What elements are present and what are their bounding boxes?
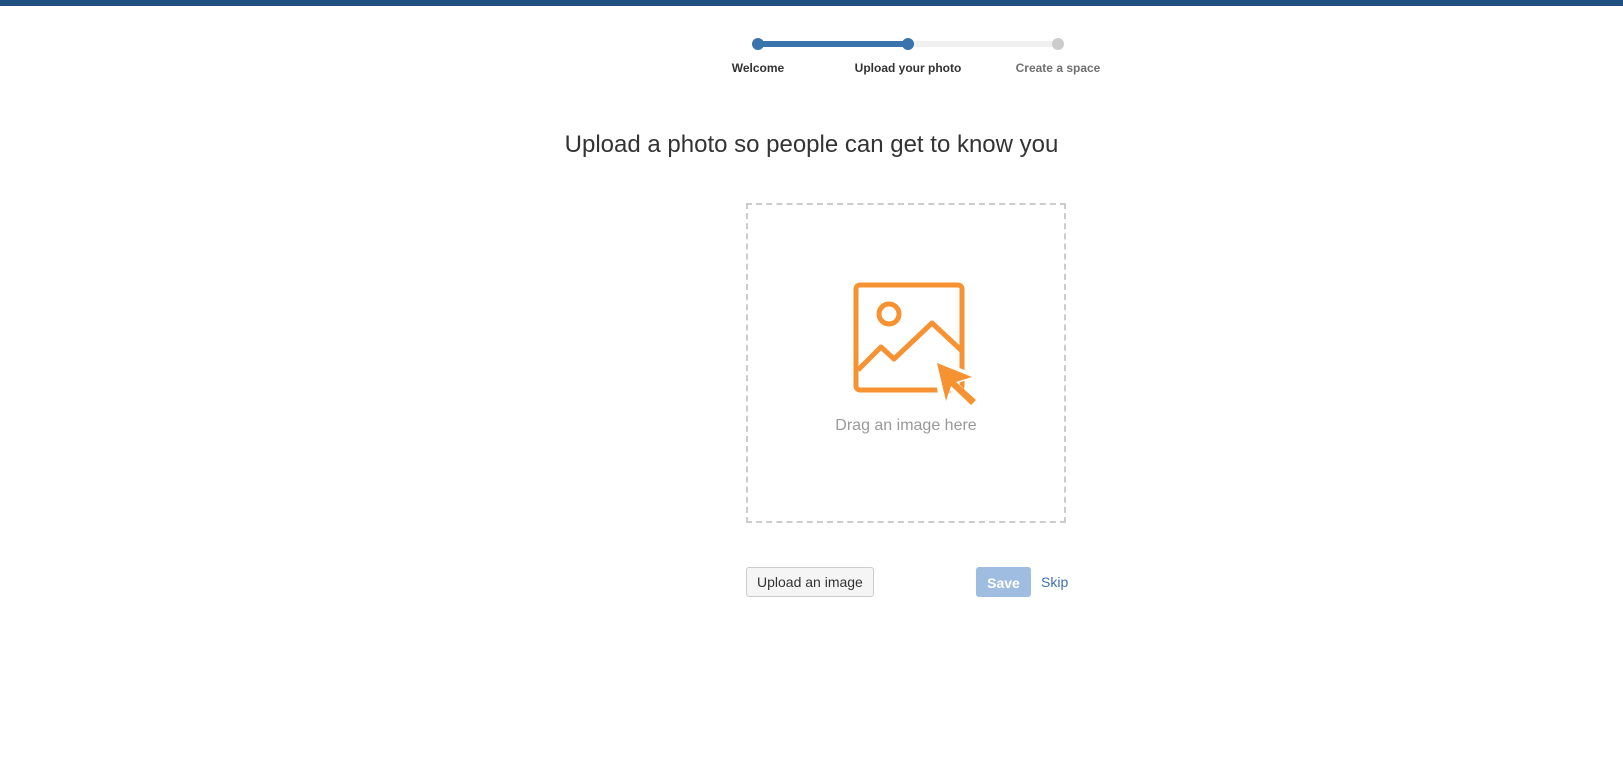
image-cursor-icon	[853, 282, 978, 405]
step-label-welcome: Welcome	[731, 61, 785, 75]
progress-tracker: Welcome Upload your photo Create a space	[0, 0, 1623, 90]
skip-link[interactable]: Skip	[1041, 567, 1068, 597]
save-button[interactable]: Save	[976, 567, 1031, 597]
step-dot-create-space	[1052, 38, 1064, 50]
dropzone-text: Drag an image here	[835, 417, 977, 434]
step-label-upload-photo: Upload your photo	[854, 61, 962, 75]
step-dot-upload-photo	[902, 38, 914, 50]
action-bar: Upload an image Save Skip	[746, 567, 1068, 597]
upload-image-button[interactable]: Upload an image	[746, 567, 874, 597]
progress-fill	[758, 41, 908, 47]
image-dropzone[interactable]: Drag an image here	[746, 203, 1066, 523]
step-dot-welcome	[752, 38, 764, 50]
step-label-create-space: Create a space	[1015, 61, 1101, 75]
page-title: Upload a photo so people can get to know…	[564, 131, 1059, 158]
